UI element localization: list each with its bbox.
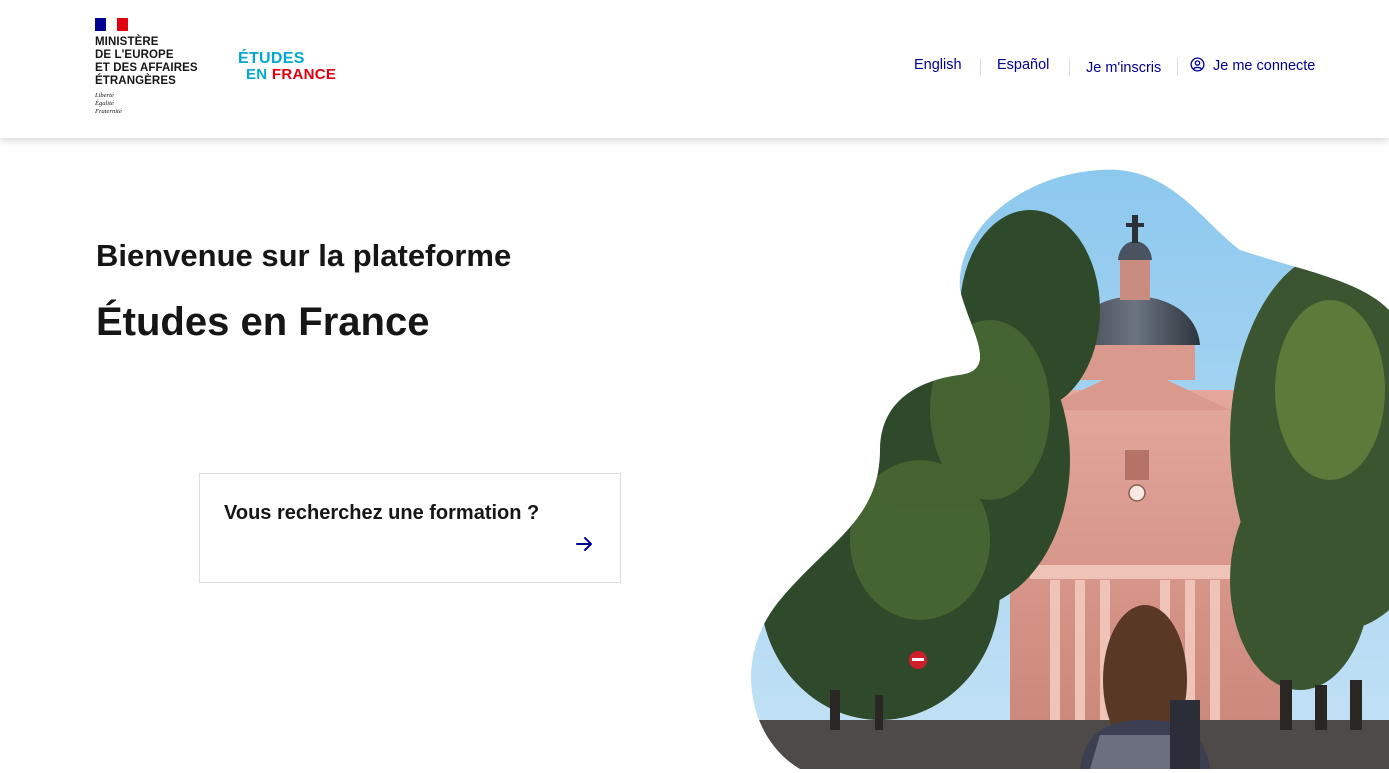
register-link[interactable]: Je m'inscris (1086, 60, 1161, 76)
page-title: Études en France (96, 300, 430, 344)
header-nav: English Español Je m'inscris Je me conne… (0, 57, 1389, 79)
republic-motto: Liberté Égalité Fraternité (95, 92, 215, 116)
nav-divider (1069, 58, 1070, 76)
search-formation-card[interactable]: Vous recherchez une formation ? (199, 473, 621, 583)
ministry-line: MINISTÈRE (95, 36, 159, 48)
french-flag-icon (95, 18, 128, 31)
search-card-label: Vous recherchez une formation ? (224, 502, 540, 524)
user-circle-icon (1190, 57, 1205, 76)
motto-line: Fraternité (95, 108, 122, 115)
login-link[interactable]: Je me connecte (1190, 57, 1315, 76)
nav-divider (1177, 58, 1178, 76)
motto-line: Égalité (95, 100, 114, 107)
motto-line: Liberté (95, 92, 114, 99)
login-label: Je me connecte (1213, 58, 1316, 74)
welcome-heading: Bienvenue sur la plateforme (96, 238, 512, 273)
arrow-right-icon (576, 536, 594, 556)
site-header: MINISTÈRE DE L'EUROPE ET DES AFFAIRES ÉT… (0, 0, 1389, 138)
nav-divider (980, 58, 981, 76)
hero-illustration (751, 169, 1389, 769)
language-english-link[interactable]: English (914, 57, 962, 73)
hero-image-sorbonne (740, 160, 1389, 769)
language-espanol-link[interactable]: Español (997, 57, 1049, 73)
